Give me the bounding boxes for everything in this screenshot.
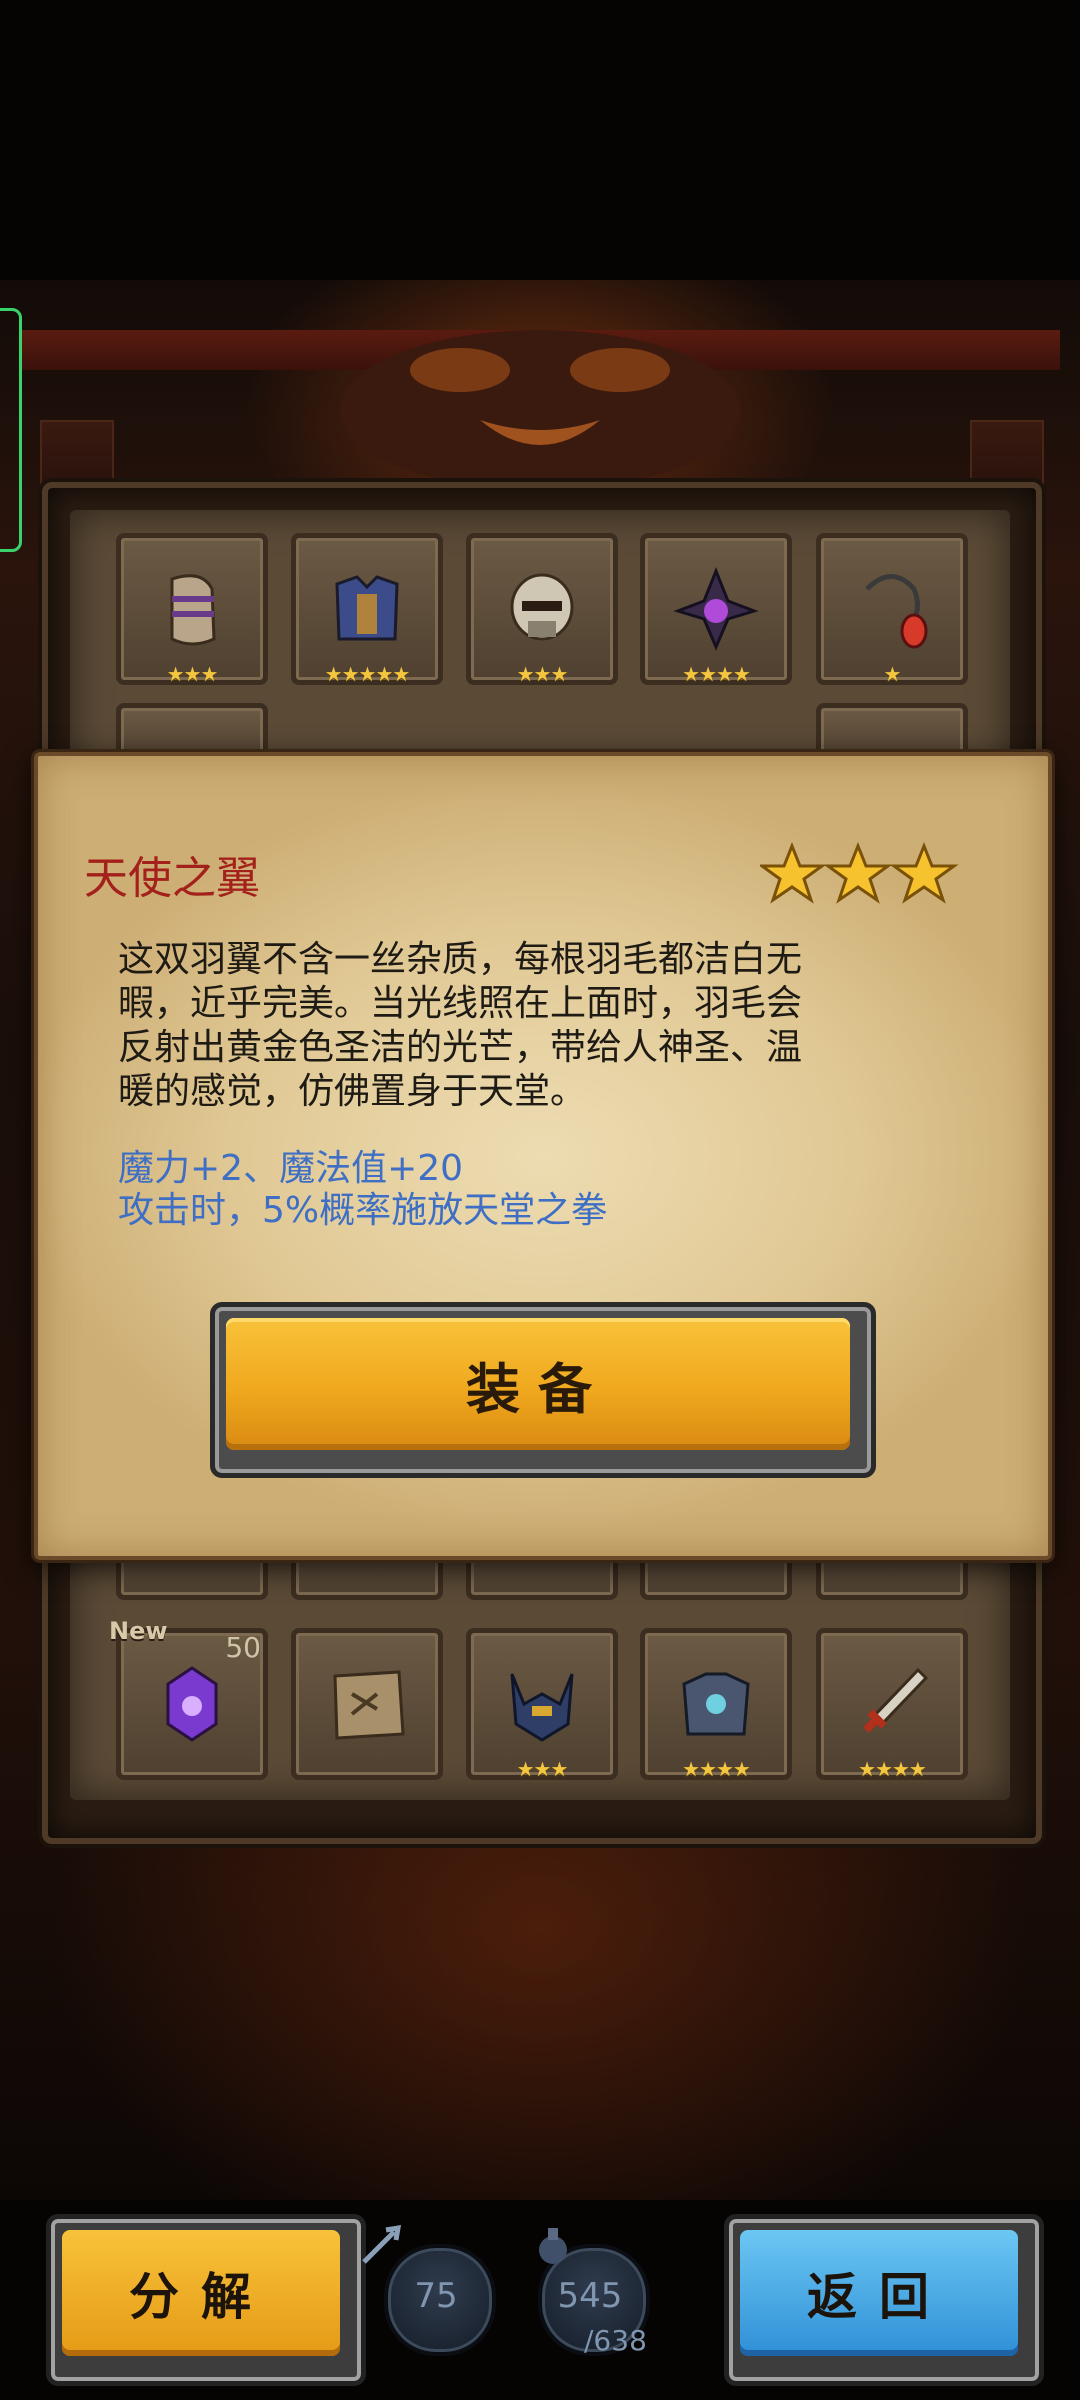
arrow-icon xyxy=(362,2224,402,2264)
description-line: 暇，近乎完美。当光线照在上面时，羽毛会 xyxy=(118,983,803,1024)
equip-button-label: 装备 xyxy=(466,1357,610,1421)
description-line: 暖的感觉，仿佛置身于天堂。 xyxy=(118,1071,587,1112)
rarity-stars: ★★★ xyxy=(516,1757,569,1781)
demon-statue-background xyxy=(340,330,740,490)
inventory-slot[interactable]: ★ xyxy=(816,533,968,686)
inventory-slot[interactable]: New 50 xyxy=(109,1617,268,1780)
star-icon xyxy=(760,842,827,904)
rarity-stars: ★★★★★ xyxy=(324,662,411,686)
inventory-slot[interactable]: ★★★ xyxy=(116,533,268,686)
rarity-stars: ★★★★ xyxy=(682,1757,751,1781)
resource-2-max: /638 xyxy=(584,2324,647,2357)
cobblestone-floor xyxy=(0,1830,1080,2200)
potion-icon xyxy=(539,2228,567,2264)
decompose-button[interactable]: 分解 xyxy=(62,2230,340,2356)
flame-sword-icon xyxy=(821,1633,963,1775)
armor-pauldron-icon xyxy=(121,538,263,680)
item-stat-proc: 攻击时，5%概率施放天堂之拳 xyxy=(118,1190,608,1231)
armor-chestplate-icon xyxy=(296,538,438,680)
item-description: 这双羽翼不含一丝杂质，每根羽毛都洁白无 暇，近乎完美。当光线照在上面时，羽毛会 … xyxy=(118,938,918,1114)
dark-wizard-hat-icon xyxy=(645,538,787,680)
rarity-stars: ★★★★ xyxy=(682,662,751,686)
decompose-button-label: 分解 xyxy=(129,2268,273,2326)
ruby-amulet-icon xyxy=(821,538,963,680)
rarity-stars: ★★★★ xyxy=(858,1757,927,1781)
purple-gem-icon xyxy=(121,1633,263,1775)
item-rarity-stars xyxy=(760,842,959,904)
treasure-map-icon xyxy=(296,1633,438,1775)
resource-2-value: 545 xyxy=(557,2276,623,2316)
rarity-stars: ★★★ xyxy=(166,662,219,686)
description-line: 反射出黄金色圣洁的光芒，带给人神圣、温 xyxy=(118,1027,803,1068)
inventory-slot[interactable]: ★★★★ xyxy=(640,533,792,686)
item-stat-bonus: 魔力+2、魔法值+20 xyxy=(118,1148,464,1189)
star-icon xyxy=(823,842,893,904)
item-name: 天使之翼 xyxy=(84,853,260,904)
horned-helmet-icon xyxy=(471,1633,613,1775)
inventory-slot[interactable]: ★★★ xyxy=(466,1628,618,1781)
resource-1-value: 75 xyxy=(414,2276,458,2316)
rarity-stars: ★ xyxy=(883,662,902,686)
back-button[interactable]: 返回 xyxy=(740,2230,1018,2356)
inventory-slot[interactable]: ★★★★★ xyxy=(291,533,443,686)
inventory-slot[interactable]: ★★★★ xyxy=(816,1628,968,1781)
inventory-slot[interactable] xyxy=(291,1628,443,1780)
rarity-stars: ★★★ xyxy=(516,662,569,686)
spiked-armor-icon xyxy=(645,1633,787,1775)
back-button-label: 返回 xyxy=(807,2268,951,2326)
description-line: 这双羽翼不含一丝杂质，每根羽毛都洁白无 xyxy=(118,939,803,980)
equip-button[interactable]: 装备 xyxy=(226,1318,850,1450)
skull-helmet-icon xyxy=(471,538,613,680)
inventory-slot[interactable]: ★★★ xyxy=(466,533,618,686)
side-tab-handle[interactable] xyxy=(0,308,22,552)
star-icon xyxy=(889,842,959,904)
inventory-slot[interactable]: ★★★★ xyxy=(640,1628,792,1781)
